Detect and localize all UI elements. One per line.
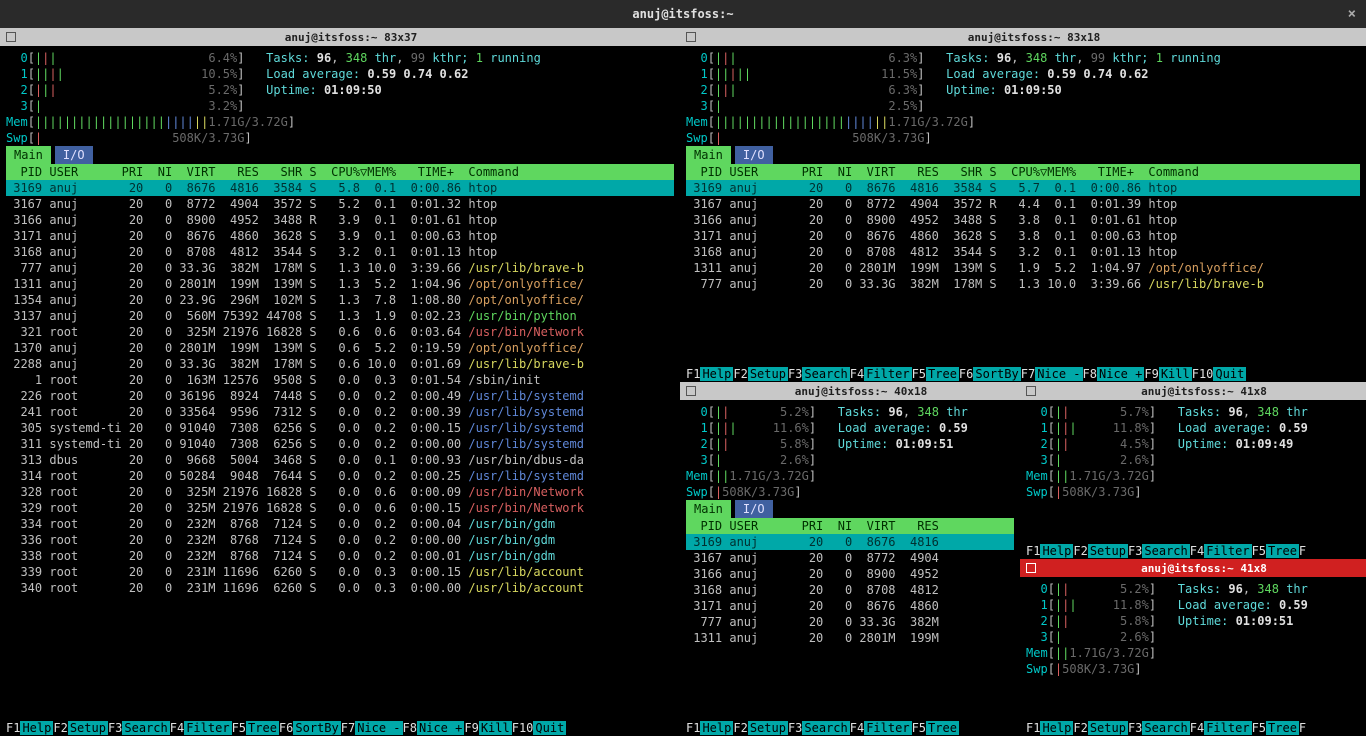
table-row[interactable]: 3167 anuj 20 0 8772 4904 [686,550,1014,566]
table-row[interactable]: 321 root 20 0 325M 21976 16828 S 0.6 0.6… [6,324,674,340]
table-row[interactable]: 241 root 20 0 33564 9596 7312 S 0.0 0.2 … [6,404,674,420]
table-row[interactable]: 226 root 20 0 36196 8924 7448 S 0.0 0.2 … [6,388,674,404]
pane-2-title[interactable]: anuj@itsfoss:~ 83x18 [680,28,1366,46]
table-row[interactable]: 3168 anuj 20 0 8708 4812 [686,582,1014,598]
fkeys-p3[interactable]: F1HelpF2SetupF3SearchF4FilterF5Tree [680,720,1020,736]
pane-1-body[interactable]: 0[||| 6.4%] Tasks: 96, 348 thr, 99 kthr;… [0,46,680,720]
table-row[interactable]: 313 dbus 20 0 9668 5004 3468 S 0.0 0.1 0… [6,452,674,468]
selected-row[interactable]: 3169 anuj 20 0 8676 4816 3584 S 5.7 0.1 … [686,180,1360,196]
pane-5-title[interactable]: anuj@itsfoss:~ 41x8 [1020,559,1366,577]
pane-5: anuj@itsfoss:~ 41x8 0[|| 5.2%] Tasks: 96… [1020,559,1366,736]
table-row[interactable]: 777 anuj 20 0 33.3G 382M 178M S 1.3 10.0… [6,260,674,276]
table-row[interactable]: 3167 anuj 20 0 8772 4904 3572 R 4.4 0.1 … [686,196,1360,212]
table-row[interactable]: 329 root 20 0 325M 21976 16828 S 0.0 0.6… [6,500,674,516]
table-row[interactable]: 2288 anuj 20 0 33.3G 382M 178M S 0.6 10.… [6,356,674,372]
pane-1-title[interactable]: anuj@itsfoss:~ 83x37 [0,28,680,46]
pane-2-body[interactable]: 0[||| 6.3%] Tasks: 96, 348 thr, 99 kthr;… [680,46,1366,366]
proc-header[interactable]: PID USER PRI NI VIRT RES [686,518,1014,534]
proc-header[interactable]: PID USER PRI NI VIRT RES SHR S CPU%▽MEM%… [686,164,1360,180]
table-row[interactable]: 3171 anuj 20 0 8676 4860 3628 S 3.9 0.1 … [6,228,674,244]
table-row[interactable]: 777 anuj 20 0 33.3G 382M [686,614,1014,630]
table-row[interactable]: 3171 anuj 20 0 8676 4860 [686,598,1014,614]
fkeys-p2[interactable]: F1HelpF2SetupF3SearchF4FilterF5TreeF6Sor… [680,366,1366,382]
tiling-icon [6,32,16,42]
table-row[interactable]: 777 anuj 20 0 33.3G 382M 178M S 1.3 10.0… [686,276,1360,292]
tiling-icon [1026,386,1036,396]
table-row[interactable]: 3166 anuj 20 0 8900 4952 3488 S 3.8 0.1 … [686,212,1360,228]
table-row[interactable]: 3168 anuj 20 0 8708 4812 3544 S 3.2 0.1 … [6,244,674,260]
pane-5-body[interactable]: 0[|| 5.2%] Tasks: 96, 348 thr 1[||| 11.8… [1020,577,1366,720]
table-row[interactable]: 328 root 20 0 325M 21976 16828 S 0.0 0.6… [6,484,674,500]
tab-main[interactable]: Main [6,146,51,164]
tab-io[interactable]: I/O [55,146,93,164]
table-row[interactable]: 1311 anuj 20 0 2801M 199M 139M S 1.9 5.2… [686,260,1360,276]
pane-4-title[interactable]: anuj@itsfoss:~ 41x8 [1020,382,1366,400]
pane-3: anuj@itsfoss:~ 40x18 0[|| 5.2%] Tasks: 9… [680,382,1020,736]
table-row[interactable]: 334 root 20 0 232M 8768 7124 S 0.0 0.2 0… [6,516,674,532]
pane-4-body[interactable]: 0[|| 5.7%] Tasks: 96, 348 thr 1[||| 11.8… [1020,400,1366,543]
fkeys-p5[interactable]: F1HelpF2SetupF3SearchF4FilterF5TreeF [1020,720,1366,736]
table-row[interactable]: 3168 anuj 20 0 8708 4812 3544 S 3.2 0.1 … [686,244,1360,260]
table-row[interactable]: 311 systemd-ti 20 0 91040 7308 6256 S 0.… [6,436,674,452]
tiling-icon [1026,563,1036,573]
tiling-icon [686,386,696,396]
table-row[interactable]: 3137 anuj 20 0 560M 75392 44708 S 1.3 1.… [6,308,674,324]
fkeys-p1[interactable]: F1HelpF2SetupF3SearchF4FilterF5TreeF6Sor… [0,720,680,736]
tab-main[interactable]: Main [686,146,731,164]
selected-row[interactable]: 3169 anuj 20 0 8676 4816 [686,534,1014,550]
window-titlebar: anuj@itsfoss:~ × [0,0,1366,28]
pane-3-body[interactable]: 0[|| 5.2%] Tasks: 96, 348 thr 1[||| 11.6… [680,400,1020,720]
pane-2: anuj@itsfoss:~ 83x18 0[||| 6.3%] Tasks: … [680,28,1366,382]
table-row[interactable]: 338 root 20 0 232M 8768 7124 S 0.0 0.2 0… [6,548,674,564]
table-row[interactable]: 340 root 20 0 231M 11696 6260 S 0.0 0.3 … [6,580,674,596]
pane-1: anuj@itsfoss:~ 83x37 0[||| 6.4%] Tasks: … [0,28,680,736]
table-row[interactable]: 305 systemd-ti 20 0 91040 7308 6256 S 0.… [6,420,674,436]
table-row[interactable]: 1354 anuj 20 0 23.9G 296M 102M S 1.3 7.8… [6,292,674,308]
table-row[interactable]: 339 root 20 0 231M 11696 6260 S 0.0 0.3 … [6,564,674,580]
table-row[interactable]: 1370 anuj 20 0 2801M 199M 139M S 0.6 5.2… [6,340,674,356]
tab-io[interactable]: I/O [735,500,773,518]
window-title: anuj@itsfoss:~ [632,7,733,21]
tab-io[interactable]: I/O [735,146,773,164]
table-row[interactable]: 3166 anuj 20 0 8900 4952 [686,566,1014,582]
fkeys-p4[interactable]: F1HelpF2SetupF3SearchF4FilterF5TreeF [1020,543,1366,559]
proc-header[interactable]: PID USER PRI NI VIRT RES SHR S CPU%▽MEM%… [6,164,674,180]
pane-4: anuj@itsfoss:~ 41x8 0[|| 5.7%] Tasks: 96… [1020,382,1366,559]
table-row[interactable]: 314 root 20 0 50284 9048 7644 S 0.0 0.2 … [6,468,674,484]
close-icon[interactable]: × [1348,6,1356,22]
tab-main[interactable]: Main [686,500,731,518]
table-row[interactable]: 1311 anuj 20 0 2801M 199M [686,630,1014,646]
table-row[interactable]: 3167 anuj 20 0 8772 4904 3572 S 5.2 0.1 … [6,196,674,212]
selected-row[interactable]: 3169 anuj 20 0 8676 4816 3584 S 5.8 0.1 … [6,180,674,196]
tiling-icon [686,32,696,42]
table-row[interactable]: 336 root 20 0 232M 8768 7124 S 0.0 0.2 0… [6,532,674,548]
pane-3-title[interactable]: anuj@itsfoss:~ 40x18 [680,382,1020,400]
table-row[interactable]: 1311 anuj 20 0 2801M 199M 139M S 1.3 5.2… [6,276,674,292]
table-row[interactable]: 3166 anuj 20 0 8900 4952 3488 R 3.9 0.1 … [6,212,674,228]
table-row[interactable]: 1 root 20 0 163M 12576 9508 S 0.0 0.3 0:… [6,372,674,388]
table-row[interactable]: 3171 anuj 20 0 8676 4860 3628 S 3.8 0.1 … [686,228,1360,244]
